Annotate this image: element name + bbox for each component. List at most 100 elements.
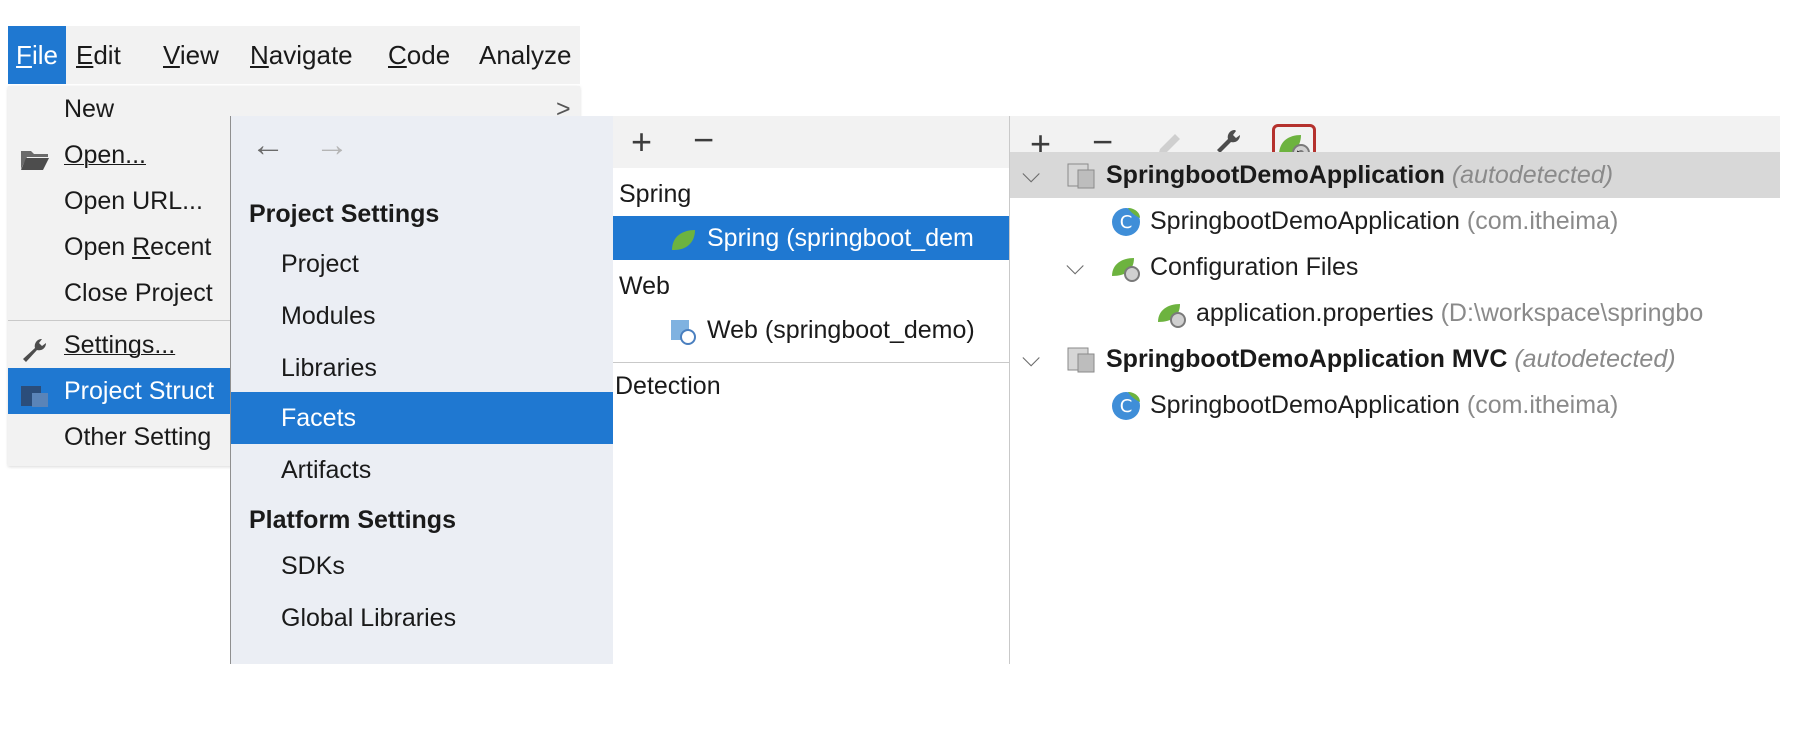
nav-item-project[interactable]: Project	[231, 238, 613, 290]
menu-navigate-mnemonic: N	[250, 40, 269, 70]
menu-view-label: iew	[179, 40, 219, 70]
config-files-icon	[1112, 258, 1140, 282]
nav-item-global-libraries[interactable]: Global Libraries	[231, 592, 613, 644]
context-1-name: SpringbootDemoApplication	[1106, 161, 1445, 189]
class-1-name: SpringbootDemoApplication	[1150, 207, 1460, 235]
nav-item-facets-label: Facets	[281, 404, 357, 432]
nav-item-modules[interactable]: Modules	[231, 290, 613, 342]
menu-edit-label: dit	[93, 40, 121, 70]
menu-item-project-structure-label: Project Struct	[64, 377, 215, 405]
facet-group-spring: Spring	[619, 180, 692, 208]
open-recent-suffix: ecent	[150, 233, 212, 261]
menu-item-other-settings-label: Other Setting	[64, 423, 212, 451]
add-facet-button[interactable]: +	[631, 122, 652, 162]
menu-item-close-project-label: Close Project	[64, 279, 213, 307]
project-structure-icon	[20, 378, 50, 407]
tree-row-context-2[interactable]: ⌵ SpringbootDemoApplication MVC (autodet…	[1010, 336, 1780, 382]
menu-item-open-label: Open...	[64, 141, 146, 169]
chevron-down-icon[interactable]: ⌵	[1022, 336, 1040, 382]
remove-facet-button[interactable]: −	[693, 120, 714, 160]
menu-item-new-label: New	[64, 95, 115, 123]
menu-analyze-label: Analyze	[479, 40, 572, 70]
chevron-down-icon[interactable]: ⌵	[1066, 244, 1084, 290]
menu-edit[interactable]: Edit	[76, 26, 121, 84]
tree-row-class-1[interactable]: C SpringbootDemoApplication (com.itheima…	[1010, 198, 1780, 244]
facets-divider	[613, 362, 1009, 363]
properties-file-path: (D:\workspace\springbo	[1440, 299, 1704, 327]
tree-row-context-1-label: SpringbootDemoApplication (autodetected)	[1106, 152, 1613, 198]
context-2-tag: (autodetected)	[1514, 345, 1676, 373]
tree-row-context-1[interactable]: ⌵ SpringbootDemoApplication (autodetecte…	[1010, 152, 1780, 198]
project-settings-heading: Project Settings	[249, 200, 440, 228]
properties-file-icon	[1158, 304, 1186, 328]
menu-navigate[interactable]: Navigate	[250, 26, 353, 84]
forward-arrow-icon[interactable]: →	[315, 128, 349, 162]
nav-item-sdks[interactable]: SDKs	[231, 540, 613, 592]
context-1-tag: (autodetected)	[1451, 161, 1614, 189]
menu-item-settings-label: Settings...	[64, 331, 176, 359]
menu-file-label: ile	[31, 40, 58, 70]
menu-code-mnemonic: C	[388, 40, 407, 70]
tree-row-class-2-label: SpringbootDemoApplication (com.itheima)	[1150, 382, 1618, 428]
context-module-icon	[1067, 163, 1095, 189]
menu-view-mnemonic: V	[163, 40, 180, 70]
facet-item-web[interactable]: Web (springboot_demo)	[613, 308, 1009, 352]
tree-row-class-1-label: SpringbootDemoApplication (com.itheima)	[1150, 198, 1618, 244]
menu-navigate-label: avigate	[268, 40, 353, 70]
facet-item-spring-label: Spring (springboot_dem	[707, 224, 974, 252]
nav-item-facets[interactable]: Facets	[231, 392, 613, 444]
nav-item-modules-label: Modules	[281, 302, 376, 330]
facets-panel: + − Spring Spring (springboot_dem Web We…	[613, 116, 1010, 664]
menu-code[interactable]: Code	[388, 26, 450, 84]
facets-toolbar: + −	[613, 116, 1009, 168]
menu-file-mnemonic: F	[16, 40, 32, 70]
nav-item-libraries[interactable]: Libraries	[231, 342, 613, 394]
nav-item-artifacts-label: Artifacts	[281, 456, 372, 484]
spring-leaf-icon	[669, 224, 697, 252]
nav-item-artifacts[interactable]: Artifacts	[231, 444, 613, 496]
menu-item-open-recent-label: Open Recent	[64, 224, 211, 270]
menu-separator	[8, 320, 238, 321]
nav-item-libraries-label: Libraries	[281, 354, 377, 382]
svg-text:C: C	[1120, 396, 1133, 417]
facet-group-web: Web	[619, 272, 670, 300]
folder-open-icon	[20, 142, 50, 170]
chevron-down-icon[interactable]: ⌵	[1022, 152, 1040, 198]
nav-item-global-libraries-label: Global Libraries	[281, 604, 457, 632]
facet-item-web-label: Web (springboot_demo)	[707, 316, 975, 344]
tree-row-context-2-label: SpringbootDemoApplication MVC (autodetec…	[1106, 336, 1676, 382]
menu-code-label: ode	[406, 40, 451, 70]
menu-edit-mnemonic: E	[76, 40, 94, 70]
context-module-icon	[1067, 347, 1095, 373]
nav-item-sdks-label: SDKs	[281, 552, 345, 580]
open-recent-mnemonic: R	[132, 233, 151, 261]
class-2-name: SpringbootDemoApplication	[1150, 391, 1460, 419]
class-2-package: (com.itheima)	[1466, 391, 1619, 419]
facet-item-spring[interactable]: Spring (springboot_dem	[613, 216, 1009, 260]
wrench-icon	[20, 332, 50, 362]
tree-row-properties-label: application.properties (D:\workspace\spr…	[1196, 290, 1703, 336]
class-1-package: (com.itheima)	[1466, 207, 1619, 235]
nav-item-project-label: Project	[281, 250, 359, 278]
menu-view[interactable]: View	[163, 26, 219, 84]
tree-row-class-2[interactable]: C SpringbootDemoApplication (com.itheima…	[1010, 382, 1780, 428]
platform-settings-heading: Platform Settings	[249, 506, 456, 534]
menu-item-open-url-label: Open URL...	[64, 187, 203, 215]
properties-file-name: application.properties	[1196, 299, 1434, 327]
menu-file[interactable]: File	[8, 26, 66, 84]
menu-bar: File Edit View Navigate Code Analyze	[8, 26, 580, 84]
web-facet-icon	[669, 316, 697, 345]
spring-class-icon: C	[1112, 208, 1140, 236]
tree-row-config-files[interactable]: ⌵ Configuration Files	[1010, 244, 1780, 290]
config-files-label: Configuration Files	[1150, 253, 1359, 281]
back-arrow-icon[interactable]: ←	[251, 128, 285, 162]
open-recent-prefix: Open	[64, 233, 133, 261]
menu-analyze[interactable]: Analyze	[479, 26, 572, 84]
spring-class-icon: C	[1112, 392, 1140, 420]
svg-text:C: C	[1120, 212, 1133, 233]
tree-row-properties[interactable]: application.properties (D:\workspace\spr…	[1010, 290, 1780, 336]
context-2-name: SpringbootDemoApplication MVC	[1106, 345, 1508, 373]
spring-facet-detail: + − ⌵ SpringbootDemoApplication (autodet…	[1010, 116, 1780, 664]
facet-detection[interactable]: Detection	[615, 372, 721, 401]
project-structure-nav: ← → Project Settings Project Modules Lib…	[230, 116, 614, 664]
